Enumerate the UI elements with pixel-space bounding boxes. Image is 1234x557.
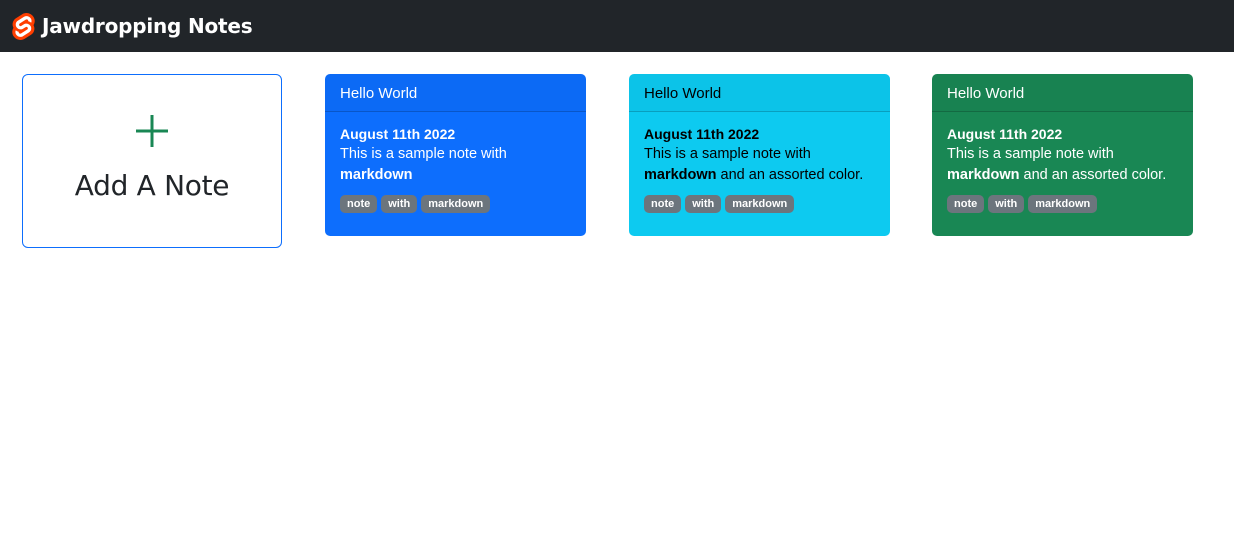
note-text: This is a sample note with markdown and … [947,144,1178,186]
note-text-plain: This is a sample note with [947,146,1114,162]
tag-badge: with [381,195,418,213]
tag-badge: with [988,195,1025,213]
tag-badge: markdown [725,195,795,213]
tag-list: note with markdown [340,195,571,213]
note-date: August 11th 2022 [644,126,760,142]
note-body: August 11th 2022 This is a sample note w… [629,112,890,213]
note-card[interactable]: Hello World August 11th 2022 This is a s… [932,74,1193,236]
add-note-label: Add A Note [74,169,230,202]
note-text-plain: This is a sample note with [644,146,811,162]
note-text-bold: markdown [340,167,413,183]
tag-badge: markdown [421,195,491,213]
note-body: August 11th 2022 This is a sample note w… [932,112,1193,213]
add-note-button[interactable]: Add A Note [22,74,282,248]
svelte-logo-icon [12,12,35,40]
note-text-plain: This is a sample note with [340,146,507,162]
app-title: Jawdropping Notes [42,14,253,38]
note-date: August 11th 2022 [947,126,1063,142]
note-card[interactable]: Hello World August 11th 2022 This is a s… [629,74,890,236]
note-title: Hello World [629,74,890,112]
note-title: Hello World [932,74,1193,112]
note-card[interactable]: Hello World August 11th 2022 This is a s… [325,74,586,236]
note-text-bold: markdown [947,167,1020,183]
tag-badge: note [947,195,985,213]
note-title: Hello World [325,74,586,112]
note-text-after: and an assorted color. [716,167,864,183]
note-date: August 11th 2022 [340,126,456,142]
tag-badge: note [340,195,378,213]
note-text-after: and an assorted color. [1019,167,1167,183]
navbar: Jawdropping Notes [0,0,1234,52]
tag-badge: markdown [1028,195,1098,213]
tag-badge: with [685,195,722,213]
tag-list: note with markdown [644,195,875,213]
note-text: This is a sample note with markdown and … [644,144,875,186]
tag-list: note with markdown [947,195,1178,213]
note-body: August 11th 2022 This is a sample note w… [325,112,586,213]
plus-icon [136,115,168,147]
note-text-bold: markdown [644,167,717,183]
notes-grid: Add A Note Hello World August 11th 2022 … [0,52,1234,557]
brand-link[interactable]: Jawdropping Notes [12,12,253,40]
tag-badge: note [644,195,682,213]
note-text: This is a sample note with markdown [340,144,571,186]
